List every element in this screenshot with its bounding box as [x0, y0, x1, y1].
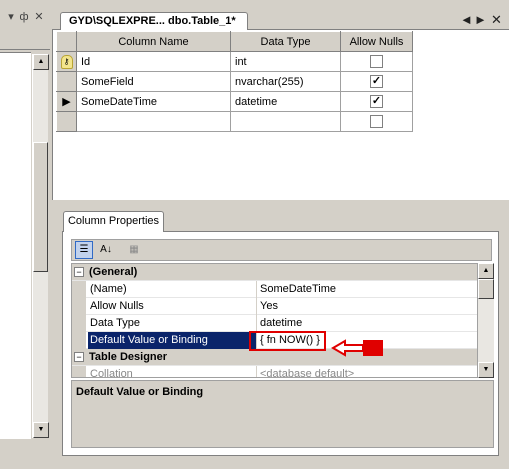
category-label: Table Designer — [89, 351, 168, 363]
allow-nulls-checkbox[interactable] — [370, 115, 383, 128]
scroll-up-icon[interactable]: ▲ — [33, 54, 49, 70]
scroll-down-icon[interactable]: ▼ — [478, 362, 494, 378]
category-table-designer[interactable]: − Table Designer — [72, 349, 477, 366]
property-gutter — [72, 332, 86, 349]
tab-column-properties[interactable]: Column Properties — [63, 211, 164, 232]
data-type-cell[interactable]: datetime — [230, 91, 341, 112]
property-row[interactable]: (Name) SomeDateTime — [72, 281, 477, 298]
property-row[interactable]: Collation <database default> — [72, 366, 477, 377]
data-type-cell[interactable]: nvarchar(255) — [230, 71, 341, 92]
property-gutter — [72, 298, 86, 315]
document-tab[interactable]: GYD\SQLEXPRE... dbo.Table_1* — [60, 12, 248, 31]
property-gutter — [72, 281, 86, 298]
primary-key-icon: ⚷ — [60, 54, 73, 69]
column-name-cell[interactable]: SomeField — [76, 71, 231, 92]
allow-nulls-cell: ✓ — [340, 71, 413, 92]
close-icon[interactable]: ✕ — [33, 11, 45, 23]
category-general[interactable]: − (General) — [72, 264, 477, 281]
collapse-icon[interactable]: − — [74, 352, 84, 362]
property-name: Allow Nulls — [88, 298, 257, 315]
allow-nulls-cell — [340, 111, 413, 132]
data-type-cell[interactable]: int — [230, 51, 341, 72]
scrollbar-thumb[interactable] — [33, 142, 48, 272]
highlight-box — [249, 331, 326, 351]
column-name-cell[interactable] — [76, 111, 231, 132]
description-title: Default Value or Binding — [76, 386, 204, 398]
grid-header-row: Column Name Data Type Allow Nulls — [56, 31, 413, 52]
grid-corner — [56, 31, 77, 52]
categorized-icon[interactable]: ☰ — [75, 241, 93, 259]
pointing-hand-arrow-icon — [331, 339, 383, 357]
left-pane-bottom — [0, 439, 50, 455]
table-row[interactable] — [56, 111, 413, 132]
allow-nulls-checkbox[interactable]: ✓ — [370, 75, 383, 88]
allow-nulls-cell — [340, 51, 413, 72]
table-row[interactable]: SomeField nvarchar(255) ✓ — [56, 71, 413, 92]
column-name-cell[interactable]: Id — [76, 51, 231, 72]
allow-nulls-header[interactable]: Allow Nulls — [340, 31, 413, 52]
property-name: Data Type — [88, 315, 257, 332]
scroll-up-icon[interactable]: ▲ — [478, 263, 494, 279]
data-type-cell[interactable] — [230, 111, 341, 132]
category-label: (General) — [89, 266, 138, 278]
property-pages-icon[interactable]: ▦ — [125, 241, 143, 259]
property-gutter — [72, 315, 86, 332]
property-name: Default Value or Binding — [88, 332, 257, 349]
current-row-arrow-icon: ▶ — [62, 95, 71, 108]
scroll-left-icon[interactable]: ◄ — [460, 13, 473, 27]
column-name-header[interactable]: Column Name — [76, 31, 231, 52]
data-type-header[interactable]: Data Type — [230, 31, 341, 52]
row-selector[interactable]: ▶ — [56, 91, 77, 112]
scrollbar-thumb[interactable] — [478, 279, 494, 299]
left-pane-content — [0, 52, 31, 439]
allow-nulls-checkbox[interactable]: ✓ — [370, 95, 383, 108]
dropdown-icon[interactable]: ▾ — [5, 11, 17, 23]
property-row[interactable]: Allow Nulls Yes — [72, 298, 477, 315]
property-grid: − (General) (Name) SomeDateTime Allow Nu… — [71, 263, 478, 378]
allow-nulls-checkbox[interactable] — [370, 55, 383, 68]
property-value[interactable]: datetime — [258, 315, 477, 332]
allow-nulls-cell: ✓ — [340, 91, 413, 112]
property-name: Collation — [88, 366, 257, 377]
property-row[interactable]: Data Type datetime — [72, 315, 477, 332]
column-name-cell[interactable]: SomeDateTime — [76, 91, 231, 112]
table-row[interactable]: ⚷ Id int — [56, 51, 413, 72]
property-value[interactable]: SomeDateTime — [258, 281, 477, 298]
row-selector[interactable]: ⚷ — [56, 51, 77, 72]
left-pane-strip — [0, 30, 50, 50]
alphabetical-icon[interactable]: A↓ — [97, 241, 115, 259]
property-value[interactable]: Yes — [258, 298, 477, 315]
left-pane-scrollbar[interactable]: ▲ ▼ — [32, 54, 49, 438]
row-selector[interactable] — [56, 111, 77, 132]
row-selector[interactable] — [56, 71, 77, 92]
property-name: (Name) — [88, 281, 257, 298]
table-row[interactable]: ▶ SomeDateTime datetime ✓ — [56, 91, 413, 112]
close-document-icon[interactable]: ✕ — [491, 13, 502, 27]
pin-icon[interactable]: ф — [18, 11, 30, 23]
table-designer-grid: Column Name Data Type Allow Nulls ⚷ Id i… — [56, 31, 413, 132]
collapse-icon[interactable]: − — [74, 267, 84, 277]
property-grid-scrollbar[interactable]: ▲ ▼ — [478, 263, 494, 378]
property-gutter — [72, 366, 86, 377]
scroll-down-icon[interactable]: ▼ — [33, 422, 49, 438]
property-value[interactable]: <database default> — [258, 366, 477, 377]
scroll-right-icon[interactable]: ► — [474, 13, 487, 27]
